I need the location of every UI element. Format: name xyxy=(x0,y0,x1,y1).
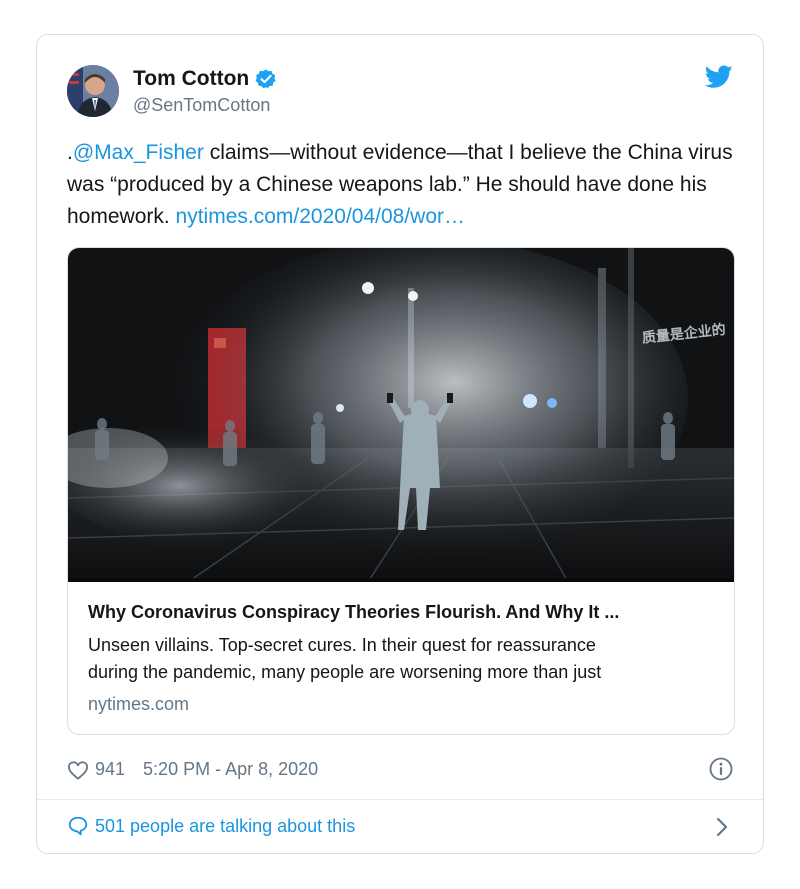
conversation-link[interactable]: 501 people are talking about this xyxy=(67,815,355,837)
link-preview-card[interactable]: 质量是企业的 Why Coronavirus Conspiracy Theori… xyxy=(67,247,735,735)
preview-title[interactable]: Why Coronavirus Conspiracy Theories Flou… xyxy=(88,602,619,623)
like-count[interactable]: 941 xyxy=(95,759,125,780)
preview-description-line2: during the pandemic, many people are wor… xyxy=(88,662,602,682)
twitter-bird-icon[interactable] xyxy=(705,65,733,89)
article-link[interactable]: nytimes.com/2020/04/08/wor… xyxy=(176,205,465,228)
preview-image[interactable]: 质量是企业的 xyxy=(68,248,735,582)
heart-icon[interactable] xyxy=(67,760,89,780)
preview-description-line1: Unseen villains. Top-secret cures. In th… xyxy=(88,635,596,655)
preview-domain: nytimes.com xyxy=(88,694,190,714)
tweet-meta: 941 5:20 PM - Apr 8, 2020 xyxy=(67,759,318,780)
preview-description: Unseen villains. Top-secret cures. In th… xyxy=(88,632,708,686)
tweet-text: .@Max_Fisher claims—without evidence—tha… xyxy=(67,137,747,233)
preview-body[interactable]: Why Coronavirus Conspiracy Theories Flou… xyxy=(68,582,734,734)
tweet-card: Tom Cotton @SenTomCotton .@Max_Fisher cl… xyxy=(36,34,764,854)
author-handle[interactable]: @SenTomCotton xyxy=(133,95,270,116)
author-row[interactable]: Tom Cotton xyxy=(133,67,277,91)
avatar[interactable] xyxy=(67,65,119,117)
chevron-right-icon[interactable] xyxy=(715,817,729,837)
info-icon[interactable] xyxy=(709,757,733,781)
divider xyxy=(37,799,763,800)
mention-link[interactable]: @Max_Fisher xyxy=(73,141,204,164)
verified-badge-icon xyxy=(255,69,276,89)
speech-bubble-icon xyxy=(68,816,88,836)
talking-text[interactable]: 501 people are talking about this xyxy=(95,816,355,837)
author-name[interactable]: Tom Cotton xyxy=(133,67,249,91)
timestamp[interactable]: 5:20 PM - Apr 8, 2020 xyxy=(143,759,318,780)
